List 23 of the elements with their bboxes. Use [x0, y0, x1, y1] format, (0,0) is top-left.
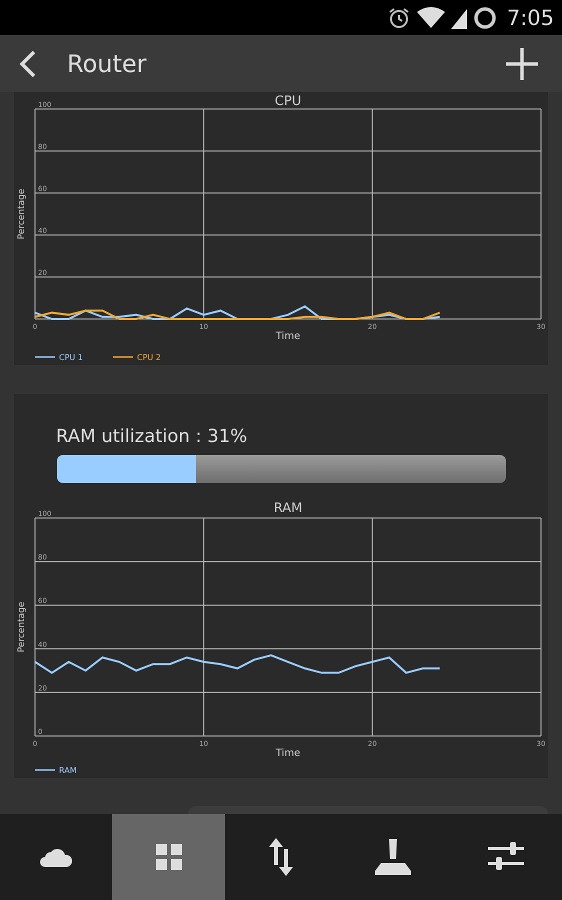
y-axis-label: Percentage — [17, 602, 27, 652]
screen-title: Router — [67, 50, 148, 78]
joystick-icon — [375, 839, 412, 875]
alarm-clock-icon — [386, 6, 411, 30]
cloud-icon — [39, 846, 74, 868]
ram-utilization-label: RAM utilization : 31% — [56, 426, 248, 447]
legend-label: CPU 2 — [137, 353, 161, 362]
signal-icon — [450, 6, 467, 28]
x-axis-label: Time — [276, 331, 300, 342]
back-icon[interactable] — [18, 48, 38, 78]
wifi-icon — [416, 6, 445, 28]
clock-time: 7:05 — [506, 6, 554, 30]
x-axis-label: Time — [276, 748, 300, 759]
chart-title: RAM — [274, 501, 302, 516]
sliders-icon — [488, 842, 524, 872]
grid-icon — [156, 844, 182, 870]
battery-ring-icon — [472, 6, 497, 30]
y-axis-label: Percentage — [17, 188, 27, 240]
up-down-arrows-icon — [268, 838, 293, 876]
chart-title: CPU — [274, 94, 302, 109]
legend-label: CPU 1 — [59, 353, 83, 362]
add-icon[interactable] — [504, 46, 540, 82]
legend-label: RAM — [59, 766, 77, 775]
